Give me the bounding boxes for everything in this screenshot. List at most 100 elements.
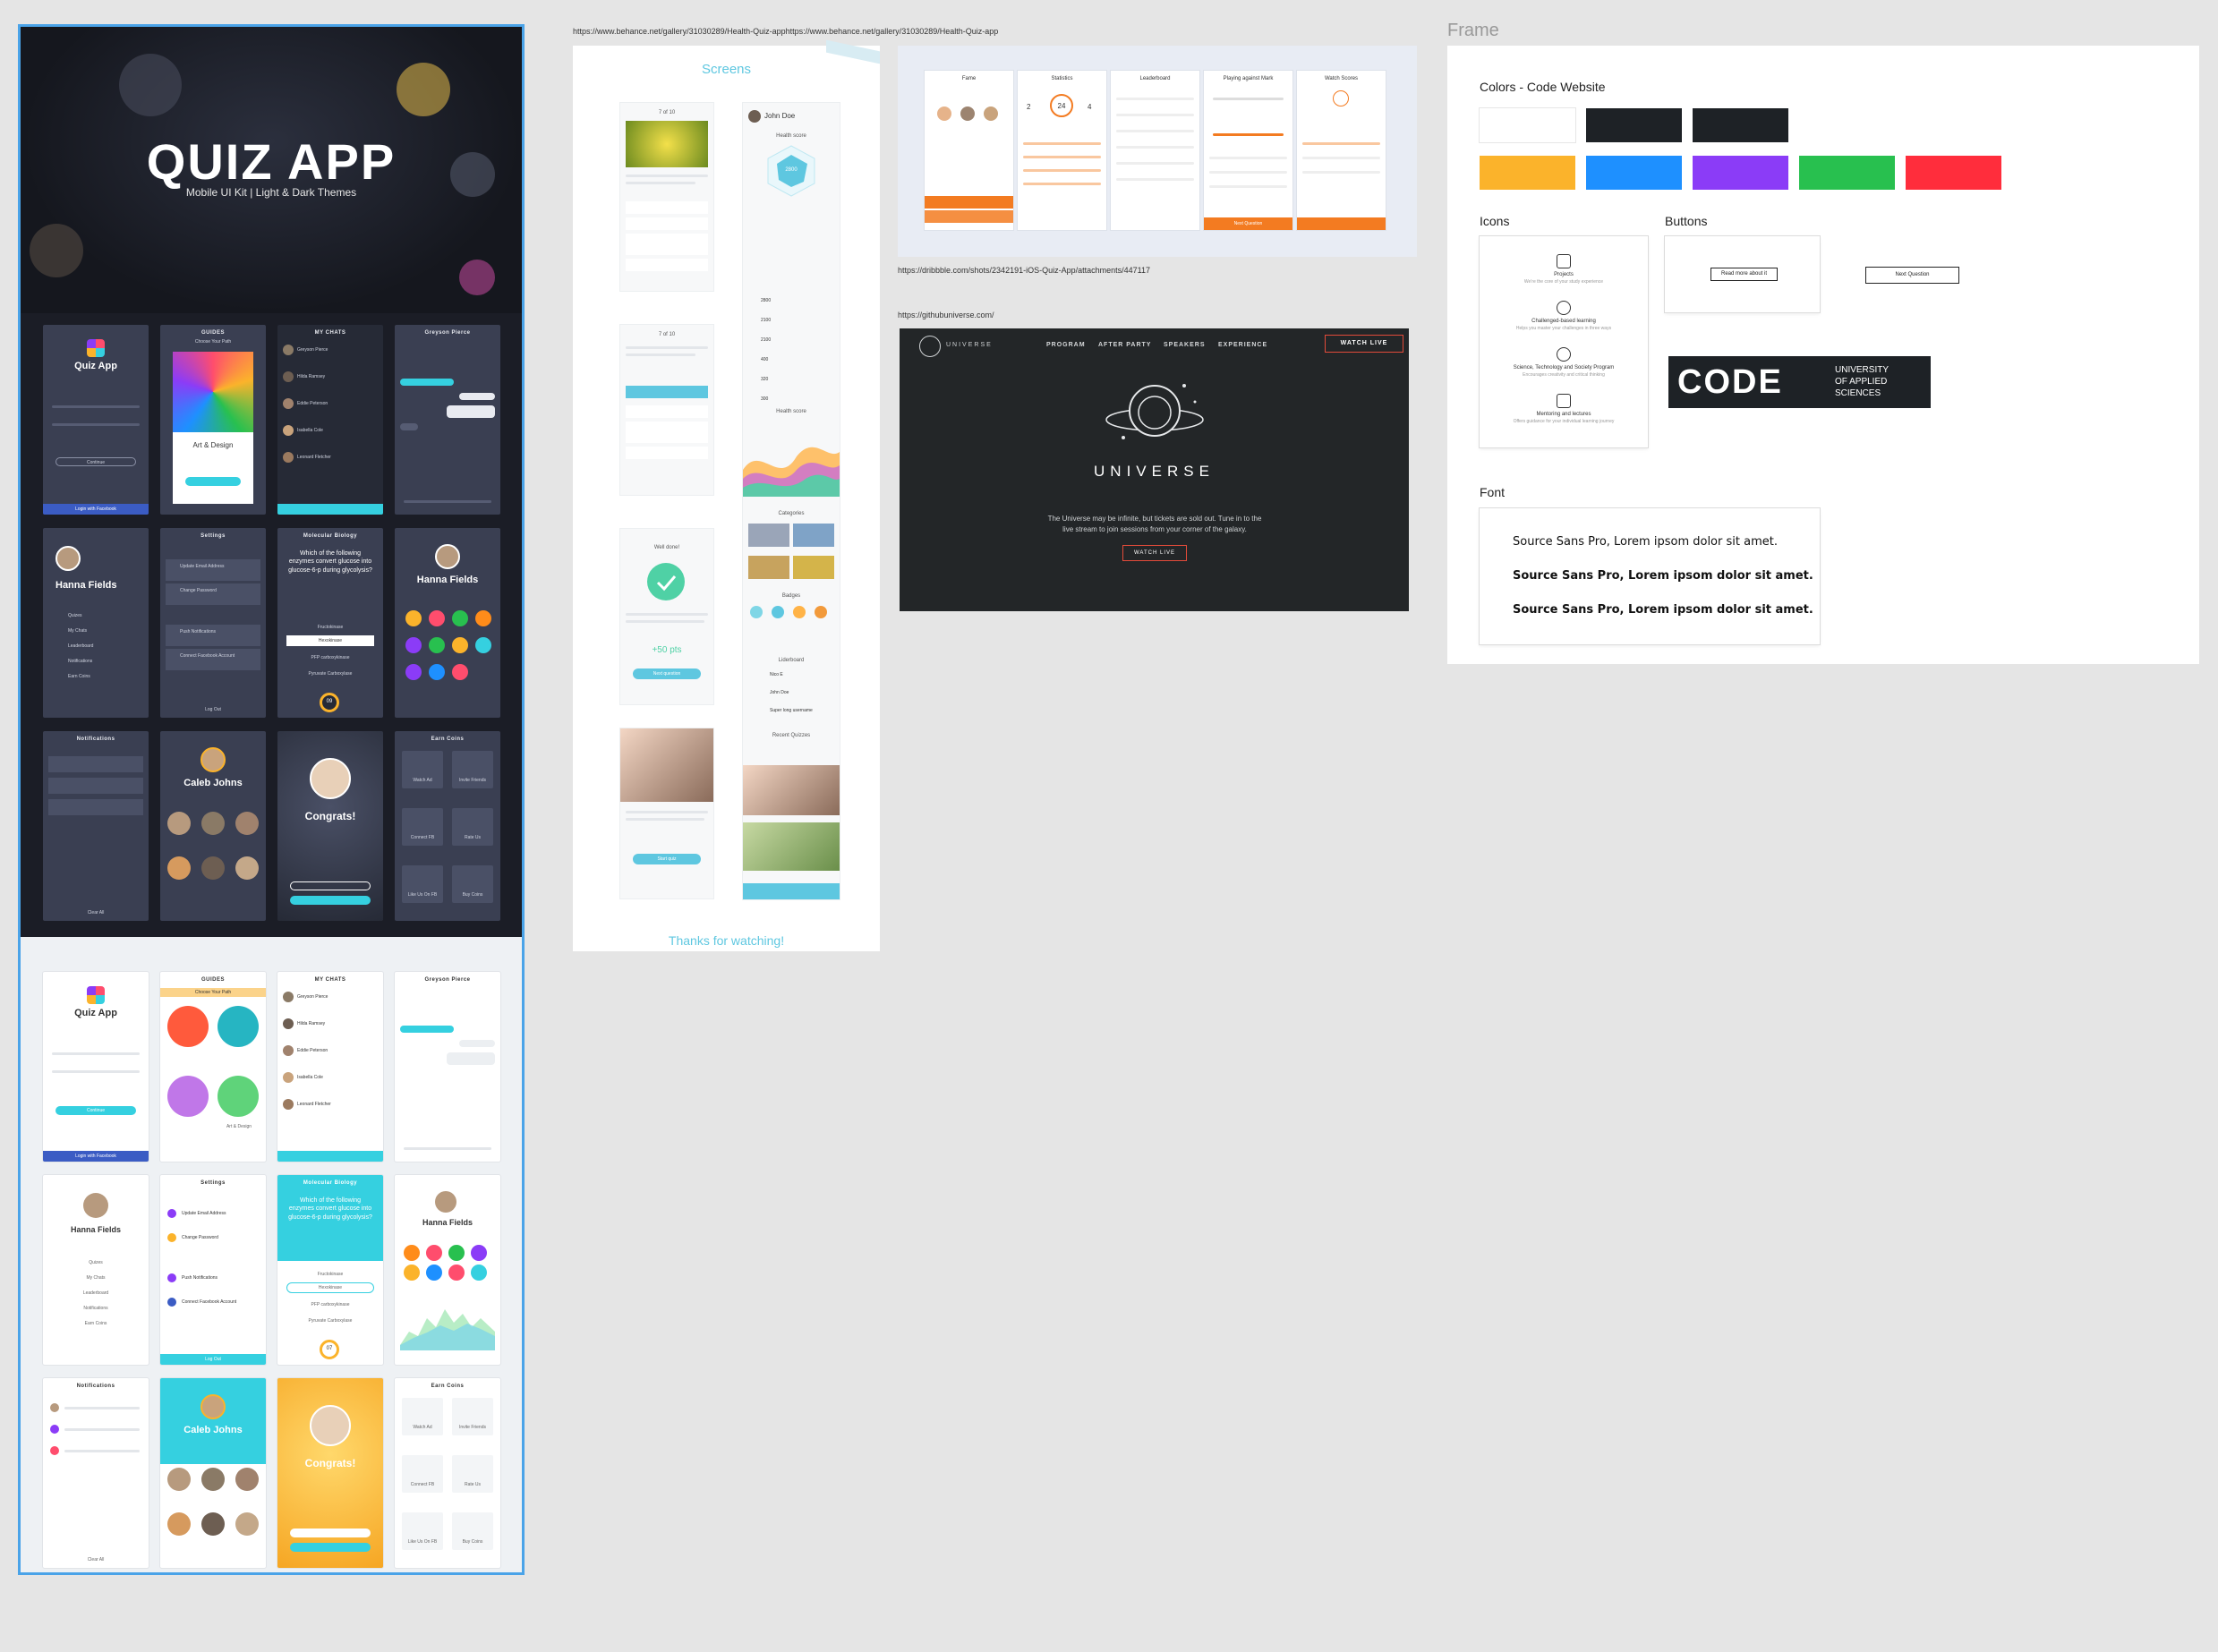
statistics-screen[interactable]: Statistics 2 24 4 (1018, 71, 1106, 230)
question-screen-dark[interactable]: Molecular Biology Which of the following… (277, 528, 383, 718)
answer-option[interactable]: PFP carboxykinase (277, 655, 383, 660)
continue-button[interactable]: Continue (55, 457, 136, 466)
settings-item[interactable]: Connect Facebook Account (182, 1299, 236, 1305)
leader-row[interactable] (1116, 130, 1194, 132)
github-universe-board[interactable]: UNIVERSE PROGRAM AFTER PARTY SPEAKERS EX… (900, 328, 1409, 611)
watch-live-button[interactable]: WATCH LIVE (1122, 545, 1187, 561)
settings-item[interactable]: Change Password (166, 583, 260, 605)
settings-item[interactable]: Update Email Address (166, 559, 260, 581)
answer-option-selected[interactable]: Hexokinase (286, 635, 374, 646)
facebook-login-button[interactable]: Login with Facebook (43, 504, 149, 515)
coin-tile[interactable]: Connect FB (402, 808, 443, 846)
new-quiz-button[interactable] (290, 1543, 371, 1552)
coin-tile[interactable]: Like Us On FB (402, 865, 443, 903)
chats-screen-dark[interactable]: MY CHATS Greyson Pierce Hilda Ramsey Edd… (277, 325, 383, 515)
clear-all-link[interactable]: Clear All (43, 1557, 149, 1563)
settings-item[interactable]: Update Email Address (182, 1211, 226, 1216)
question-card[interactable]: 7 of 10 (620, 103, 713, 291)
leader-row[interactable] (1116, 146, 1194, 149)
guides-screen-light[interactable]: GUIDES Choose Your Path Art & Design (160, 972, 266, 1162)
answer-option[interactable]: Fructokinase (277, 1272, 383, 1277)
bottom-tab-bar[interactable] (743, 883, 840, 899)
leader-row[interactable]: John Doe (770, 690, 789, 695)
settings-screen-light[interactable]: Settings Update Email Address Change Pas… (160, 1175, 266, 1365)
menu-item-earn-coins[interactable]: Earn Coins (68, 674, 90, 679)
nav-watch-live-button[interactable]: WATCH LIVE (1325, 335, 1403, 353)
leader-row[interactable]: Super long username (770, 708, 813, 713)
coin-tile[interactable]: Like Us On FB (402, 1512, 443, 1550)
profile-menu-screen-light[interactable]: Hanna Fields Quizes My Chats Leaderboard… (43, 1175, 149, 1365)
answer-option[interactable]: PFP carboxykinase (277, 1302, 383, 1307)
badges-screen-dark[interactable]: Hanna Fields (395, 528, 500, 718)
answer-option[interactable] (1209, 157, 1287, 159)
menu-item-quizes[interactable]: Quizes (68, 613, 82, 618)
well-done-card[interactable]: Well done! +50 pts Next question (620, 529, 713, 704)
playing-screen[interactable]: Playing against Mark Next Question (1204, 71, 1292, 230)
profile-menu-screen-dark[interactable]: Hanna Fields Quizes My Chats Leaderboard… (43, 528, 149, 718)
category-tile[interactable] (748, 524, 789, 547)
message-input[interactable] (404, 500, 491, 503)
chat-name[interactable]: Hilda Ramsey (297, 1021, 325, 1026)
category-art-icon[interactable] (218, 1076, 259, 1117)
leader-row[interactable]: Nico E (770, 672, 783, 677)
stats-screen-light[interactable]: Hanna Fields (395, 1175, 500, 1365)
dribbble-url[interactable]: https://dribbble.com/shots/2342191-iOS-Q… (898, 266, 1150, 275)
category-science-icon[interactable] (218, 1006, 259, 1047)
category-tile[interactable] (793, 556, 834, 579)
notification-item[interactable] (64, 1450, 140, 1452)
email-field[interactable] (52, 405, 140, 408)
answer-option[interactable] (626, 217, 708, 230)
menu-item-quizes[interactable]: Quizes (43, 1260, 149, 1265)
congrats-screen-dark[interactable]: Congrats! (277, 731, 383, 921)
answer-option[interactable] (1209, 171, 1287, 174)
category-drama-icon[interactable] (167, 1076, 209, 1117)
log-out-button[interactable]: Log Out (160, 1354, 266, 1365)
answer-option[interactable] (626, 405, 708, 418)
chats-screen-light[interactable]: MY CHATS Greyson Pierce Hilda Ramsey Edd… (277, 972, 383, 1162)
leader-row[interactable] (1116, 98, 1194, 100)
notification-item[interactable] (64, 1428, 140, 1431)
notification-item[interactable] (48, 799, 143, 815)
read-more-button[interactable]: Read more about it (1710, 268, 1778, 281)
answer-option-selected[interactable] (626, 386, 708, 398)
answer-option[interactable] (626, 422, 708, 443)
coin-tile[interactable]: Rate Us (452, 1455, 493, 1493)
quiz-app-board[interactable]: QUIZ APP Mobile UI Kit | Light & Dark Th… (18, 24, 525, 1575)
settings-item[interactable]: Change Password (182, 1235, 218, 1240)
continue-button[interactable]: Continue (55, 1106, 136, 1115)
next-question-button[interactable]: Next Question (1204, 217, 1292, 230)
universe-url[interactable]: https://githubuniverse.com/ (898, 311, 994, 319)
settings-item[interactable]: Push Notifications (166, 625, 260, 646)
fame-screen[interactable]: Fame (925, 71, 1013, 230)
quiz-intro-card[interactable]: Start quiz (620, 728, 713, 898)
leaderboard-screen-dark[interactable]: Caleb Johns (160, 731, 266, 921)
facebook-login-button[interactable]: Login with Facebook (43, 1151, 149, 1162)
password-field[interactable] (52, 423, 140, 426)
question-screen-light[interactable]: Molecular Biology Which of the following… (277, 1175, 383, 1365)
share-button[interactable] (290, 1529, 371, 1537)
answer-option[interactable] (626, 259, 708, 271)
chat-name[interactable]: Hilda Ramsey (297, 374, 325, 379)
view-scores-button[interactable] (1297, 217, 1386, 230)
nav-after-party[interactable]: AFTER PARTY (1098, 342, 1151, 348)
chat-name[interactable]: Isabella Cole (297, 1075, 323, 1080)
nav-experience[interactable]: EXPERIENCE (1218, 342, 1267, 348)
category-tile[interactable] (748, 556, 789, 579)
login-screen-light[interactable]: Quiz App Continue Login with Facebook (43, 972, 149, 1162)
orange-banner[interactable] (925, 210, 1013, 223)
chat-name[interactable]: Leonard Fletcher (297, 455, 331, 460)
code-style-frame[interactable]: Colors - Code Website Icons Projects We'… (1447, 46, 2199, 664)
chat-name[interactable]: Eddie Peterson (297, 1048, 328, 1053)
answer-option[interactable] (626, 447, 708, 459)
recent-quiz-image[interactable] (743, 822, 840, 871)
coin-tile[interactable]: Rate Us (452, 808, 493, 846)
coin-tile[interactable]: Buy Coins (452, 865, 493, 903)
leader-row[interactable] (1116, 162, 1194, 165)
category-language-icon[interactable] (167, 1006, 209, 1047)
next-question-button[interactable]: Next question (633, 668, 701, 679)
menu-item-chats[interactable]: My Chats (68, 628, 87, 634)
answer-option[interactable]: Pyruvate Carboxylase (277, 671, 383, 677)
health-quiz-board[interactable]: Screens 7 of 10 7 of 10 Well done! +50 p… (573, 39, 880, 951)
chat-name[interactable]: Leonard Fletcher (297, 1102, 331, 1107)
answer-option[interactable]: Pyruvate Carboxylase (277, 1318, 383, 1324)
